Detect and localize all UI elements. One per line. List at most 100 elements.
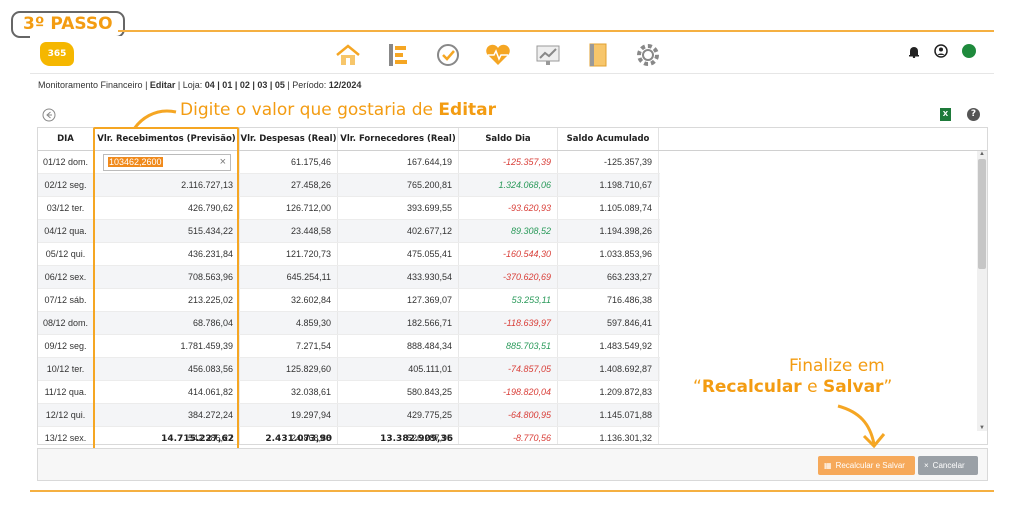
home-icon[interactable]: [332, 40, 364, 70]
check-circle-icon[interactable]: [432, 40, 464, 70]
recalculate-save-button[interactable]: ▦ Recalcular e Salvar: [818, 456, 915, 475]
breadcrumb-period-label: | Período:: [284, 80, 329, 90]
value-cell[interactable]: 426.790,62: [94, 197, 240, 219]
grid-header: DIA Vlr. Recebimentos (Previsão) Vlr. De…: [38, 128, 987, 151]
excel-export-icon[interactable]: X: [940, 108, 951, 121]
value-cell[interactable]: 436.231,84: [94, 243, 240, 265]
breadcrumb-module[interactable]: Monitoramento Financeiro: [38, 80, 143, 90]
table-row[interactable]: 04/12 qua. 515.434,22 23.448,58 402.677,12 8…: [38, 220, 660, 243]
total-cell: [38, 431, 94, 444]
value-cell: -64.800,95: [459, 404, 558, 426]
table-row[interactable]: 03/12 ter. 426.790,62 126.712,00 393.699,55…: [38, 197, 660, 220]
value-cell[interactable]: 414.061,82: [94, 381, 240, 403]
bell-icon[interactable]: [908, 45, 920, 58]
value-cell: 429.775,25: [338, 404, 459, 426]
header-fornecedores[interactable]: Vlr. Fornecedores (Real): [338, 128, 459, 150]
app-logo[interactable]: 365: [40, 42, 74, 66]
vertical-scrollbar[interactable]: ▲ ▼: [977, 151, 987, 431]
edit-value-input[interactable]: 103462,2600 ×: [103, 153, 231, 171]
scroll-thumb[interactable]: [978, 159, 986, 269]
value-cell: 1.136.301,32: [558, 427, 659, 444]
value-cell: 19.297,94: [240, 404, 338, 426]
value-cell: 89.308,52: [459, 220, 558, 242]
total-despesas: 2.431.073,90: [265, 433, 332, 444]
value-cell: 402.677,12: [338, 220, 459, 242]
scroll-up-icon[interactable]: ▲: [977, 151, 987, 157]
table-row[interactable]: 02/12 seg. 2.116.727,13 27.458,26 765.200,8…: [38, 174, 660, 197]
value-cell: 645.254,11: [240, 266, 338, 288]
value-cell: 888.484,34: [338, 335, 459, 357]
value-cell: 32.038,61: [240, 381, 338, 403]
table-row[interactable]: 09/12 seg. 1.781.459,39 7.271,54 888.484,34…: [38, 335, 660, 358]
back-arrow-icon[interactable]: [42, 108, 56, 122]
top-navbar: 365: [30, 36, 994, 74]
scroll-down-icon[interactable]: ▼: [977, 425, 987, 431]
value-cell: 7.271,54: [240, 335, 338, 357]
header-dia[interactable]: DIA: [38, 128, 94, 150]
value-cell: -370.620,69: [459, 266, 558, 288]
value-cell[interactable]: 456.083,56: [94, 358, 240, 380]
value-cell[interactable]: 384.272,24: [94, 404, 240, 426]
day-cell: 07/12 sáb.: [38, 289, 94, 311]
value-cell: 1.408.692,87: [558, 358, 659, 380]
table-row[interactable]: 12/12 qui. 384.272,24 19.297,94 429.775,25-…: [38, 404, 660, 427]
value-cell: 53.253,11: [459, 289, 558, 311]
finalize-and: e: [801, 377, 823, 397]
table-row[interactable]: 11/12 qua. 414.061,82 32.038,61 580.843,25-…: [38, 381, 660, 404]
finalize-recalc: Recalcular: [701, 377, 802, 397]
table-row[interactable]: 10/12 ter. 456.083,56 125.829,60 405.111,01…: [38, 358, 660, 381]
day-cell: 01/12 dom.: [38, 151, 94, 173]
gear-icon[interactable]: [632, 40, 664, 70]
help-icon[interactable]: ?: [967, 108, 980, 121]
table-row[interactable]: 07/12 sáb. 213.225,02 32.602,84 127.369,07 5…: [38, 289, 660, 312]
cancel-button[interactable]: × Cancelar: [918, 456, 978, 475]
table-row[interactable]: 05/12 qui. 436.231,84 121.720,73 475.055,41…: [38, 243, 660, 266]
value-cell: 1.198.710,67: [558, 174, 659, 196]
nav-right-tools: [908, 44, 976, 58]
value-cell: 4.859,30: [240, 312, 338, 334]
header-saldo-acumulado[interactable]: Saldo Acumulado: [558, 128, 659, 150]
step-badge: 3º PASSO: [11, 11, 125, 38]
user-avatar-icon[interactable]: [934, 44, 948, 58]
list-icon[interactable]: [382, 40, 414, 70]
finalize-hint-arrow-icon: [837, 404, 886, 449]
value-cell: 127.369,07: [338, 289, 459, 311]
value-cell: -160.544,30: [459, 243, 558, 265]
value-cell: 433.930,54: [338, 266, 459, 288]
value-cell[interactable]: 68.786,04: [94, 312, 240, 334]
clear-icon[interactable]: ×: [220, 156, 226, 168]
value-cell: 885.703,51: [459, 335, 558, 357]
value-cell: 765.200,81: [338, 174, 459, 196]
value-cell: -93.620,93: [459, 197, 558, 219]
header-despesas[interactable]: Vlr. Despesas (Real): [240, 128, 338, 150]
total-fornecedores: 13.382.909,36: [380, 433, 453, 444]
value-cell: 1.105.089,74: [558, 197, 659, 219]
table-row[interactable]: 01/12 dom. 103462,2600 × 61.175,46 167.644,1…: [38, 151, 660, 174]
value-cell: 393.699,55: [338, 197, 459, 219]
grid-body: 01/12 dom. 103462,2600 × 61.175,46 167.644,1…: [38, 151, 660, 444]
finalize-quote-open: “: [693, 377, 702, 397]
value-cell[interactable]: 515.434,22: [94, 220, 240, 242]
header-saldo-dia[interactable]: Saldo Dia: [459, 128, 558, 150]
day-cell: 03/12 ter.: [38, 197, 94, 219]
breadcrumb-store-label: | Loja:: [175, 80, 205, 90]
value-cell[interactable]: 213.225,02: [94, 289, 240, 311]
value-cell[interactable]: 2.116.727,13: [94, 174, 240, 196]
value-cell[interactable]: 708.563,96: [94, 266, 240, 288]
finalize-save: Salvar: [822, 377, 884, 397]
value-cell: -8.770,56: [459, 427, 558, 444]
finalize-quote-close: ”: [883, 377, 893, 397]
value-cell: 663.233,27: [558, 266, 659, 288]
day-cell: 02/12 seg.: [38, 174, 94, 196]
notebook-icon[interactable]: [582, 40, 614, 70]
day-cell: 06/12 sex.: [38, 266, 94, 288]
value-cell[interactable]: 1.781.459,39: [94, 335, 240, 357]
chart-icon[interactable]: [532, 40, 564, 70]
heart-pulse-icon[interactable]: [482, 40, 514, 70]
edit-hint-annotation: Digite o valor que gostaria de Editar: [180, 100, 496, 120]
header-recebimentos[interactable]: Vlr. Recebimentos (Previsão): [94, 128, 240, 150]
value-cell: 126.712,00: [240, 197, 338, 219]
value-cell[interactable]: 103462,2600 ×: [94, 151, 240, 173]
table-row[interactable]: 06/12 sex. 708.563,96 645.254,11 433.930,54…: [38, 266, 660, 289]
table-row[interactable]: 08/12 dom. 68.786,04 4.859,30 182.566,71 -11…: [38, 312, 660, 335]
